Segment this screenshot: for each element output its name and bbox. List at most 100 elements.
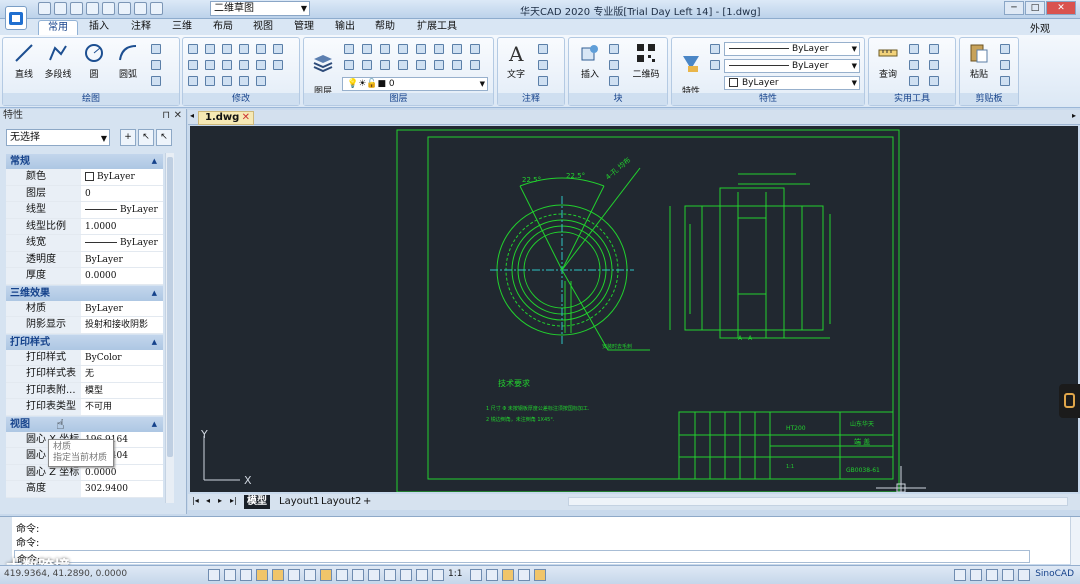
horizontal-scrollbar[interactable]	[568, 497, 1068, 506]
offset-icon[interactable]	[239, 44, 249, 54]
attribute-icon[interactable]	[609, 76, 619, 86]
mirror-icon[interactable]	[222, 44, 232, 54]
section-3d-effects[interactable]: 三维效果 ▲	[6, 285, 163, 301]
scroll-thumb[interactable]	[167, 157, 173, 457]
prop-row-linetype[interactable]: 线型 ByLayer	[6, 202, 163, 219]
prop-row-lineweight[interactable]: 线宽 ByLayer	[6, 235, 163, 252]
pin-icon[interactable]: ⊓	[162, 109, 170, 123]
fullscreen-icon[interactable]	[986, 569, 998, 581]
distance-icon[interactable]	[929, 76, 939, 86]
open-file-icon[interactable]	[54, 2, 67, 15]
text-button[interactable]: A 文字	[500, 42, 532, 80]
undo-icon[interactable]	[134, 2, 147, 15]
annotation-scale-value[interactable]: 1:1	[448, 569, 462, 579]
area-icon[interactable]	[909, 76, 919, 86]
prev-layout-icon[interactable]: ◂	[206, 496, 210, 505]
prop-row-shadow[interactable]: 阴影显示 投射和接收阴影	[6, 317, 163, 334]
tab-annotate[interactable]: 注释	[122, 20, 160, 35]
select-all-icon[interactable]	[929, 44, 939, 54]
layout-icon[interactable]	[1002, 569, 1014, 581]
prop-value[interactable]: 无	[81, 366, 163, 382]
maximize-button[interactable]: □	[1025, 1, 1045, 15]
clean-screen-icon[interactable]	[534, 569, 546, 581]
current-layer-select[interactable]: 💡☀🔓■ 0 ▼	[342, 77, 488, 91]
command-input[interactable]: 命令:	[14, 550, 1030, 566]
prop-row-thickness[interactable]: 厚度 0.0000	[6, 268, 163, 285]
prop-row-color[interactable]: 颜色 ByLayer	[6, 169, 163, 186]
join-icon[interactable]	[239, 76, 249, 86]
prop-value[interactable]: 不可用	[81, 399, 163, 415]
extend-icon[interactable]	[256, 60, 266, 70]
notification-icon[interactable]	[970, 569, 982, 581]
prop-value[interactable]: ByLayer	[81, 169, 163, 185]
prop-value[interactable]: ByLayer	[81, 202, 163, 218]
tab-layout1[interactable]: Layout1	[276, 495, 322, 509]
polar-icon[interactable]	[256, 569, 268, 581]
trim-icon[interactable]	[273, 44, 283, 54]
close-button[interactable]: ✕	[1046, 1, 1076, 15]
close-tab-icon[interactable]: ✕	[242, 112, 250, 124]
array-icon[interactable]	[256, 44, 266, 54]
move-icon[interactable]	[188, 76, 198, 86]
osnap-icon[interactable]	[272, 569, 284, 581]
workspace-select[interactable]: 二维草图 ▼	[210, 1, 310, 16]
prop-row-layer[interactable]: 图层 0	[6, 185, 163, 202]
next-layout-icon[interactable]: ▸	[218, 496, 222, 505]
prop-row-material[interactable]: 材质 ByLayer	[6, 300, 163, 317]
layer-walk-icon[interactable]	[452, 44, 462, 54]
new-file-icon[interactable]	[38, 2, 51, 15]
close-icon[interactable]: ✕	[174, 109, 182, 123]
print-icon[interactable]	[102, 2, 115, 15]
align-icon[interactable]	[256, 76, 266, 86]
tab-add-layout[interactable]: +	[360, 495, 374, 509]
polyline-button[interactable]: 多段线	[41, 42, 75, 80]
tab-layout[interactable]: 布局	[204, 20, 242, 35]
cut-icon[interactable]	[1000, 60, 1010, 70]
transparency-icon[interactable]	[352, 569, 364, 581]
lock-ui-icon[interactable]	[518, 569, 530, 581]
prop-value[interactable]: ByColor	[81, 350, 163, 366]
hatch-icon[interactable]	[151, 44, 161, 54]
selection-cycling-icon[interactable]	[368, 569, 380, 581]
section-view[interactable]: 视图 ▲	[6, 416, 163, 432]
tab-extensions[interactable]: 扩展工具	[408, 20, 466, 35]
prop-value[interactable]: 投射和接收阴影	[81, 317, 163, 333]
layer-unisolate-icon[interactable]	[344, 60, 354, 70]
tab-view[interactable]: 视图	[244, 20, 282, 35]
side-dock-button[interactable]	[1059, 384, 1080, 418]
copy-clip-icon[interactable]	[1000, 44, 1010, 54]
command-scrollbar[interactable]	[1070, 517, 1080, 565]
first-layout-icon[interactable]: |◂	[192, 496, 199, 505]
save-icon[interactable]	[70, 2, 83, 15]
tab-layout2[interactable]: Layout2	[318, 495, 364, 509]
ducs-icon[interactable]	[304, 569, 316, 581]
plot-preview-icon[interactable]	[118, 2, 131, 15]
otrack-icon[interactable]	[288, 569, 300, 581]
leader-icon[interactable]	[538, 60, 548, 70]
angle-icon[interactable]	[909, 44, 919, 54]
measure-button[interactable]: 查询	[871, 42, 905, 80]
dyn-icon[interactable]	[320, 569, 332, 581]
last-layout-icon[interactable]: ▸|	[230, 496, 237, 505]
prop-row-transparency[interactable]: 透明度 ByLayer	[6, 251, 163, 268]
layer-unlock-icon[interactable]	[380, 60, 390, 70]
layer-isolate-icon[interactable]	[362, 44, 372, 54]
erase-icon[interactable]	[188, 44, 198, 54]
create-block-icon[interactable]	[609, 44, 619, 54]
prop-row-linetype-scale[interactable]: 线型比例 1.0000	[6, 218, 163, 235]
explode-icon[interactable]	[222, 76, 232, 86]
color-select[interactable]: ByLayer ▼	[724, 76, 860, 90]
app-logo[interactable]	[5, 6, 27, 30]
document-tab[interactable]: 1.dwg ✕	[198, 111, 254, 125]
pan-icon[interactable]	[416, 569, 428, 581]
ortho-icon[interactable]	[240, 569, 252, 581]
layer-change-icon[interactable]	[452, 60, 462, 70]
grid-icon[interactable]	[224, 569, 236, 581]
format-painter-icon[interactable]	[1000, 76, 1010, 86]
tab-3d[interactable]: 三维	[163, 20, 201, 35]
edit-block-icon[interactable]	[609, 60, 619, 70]
prop-value[interactable]: 0.0000	[81, 268, 163, 284]
prop-row-height[interactable]: 高度 302.9400	[6, 481, 163, 498]
id-point-icon[interactable]	[929, 60, 939, 70]
stretch-icon[interactable]	[205, 60, 215, 70]
